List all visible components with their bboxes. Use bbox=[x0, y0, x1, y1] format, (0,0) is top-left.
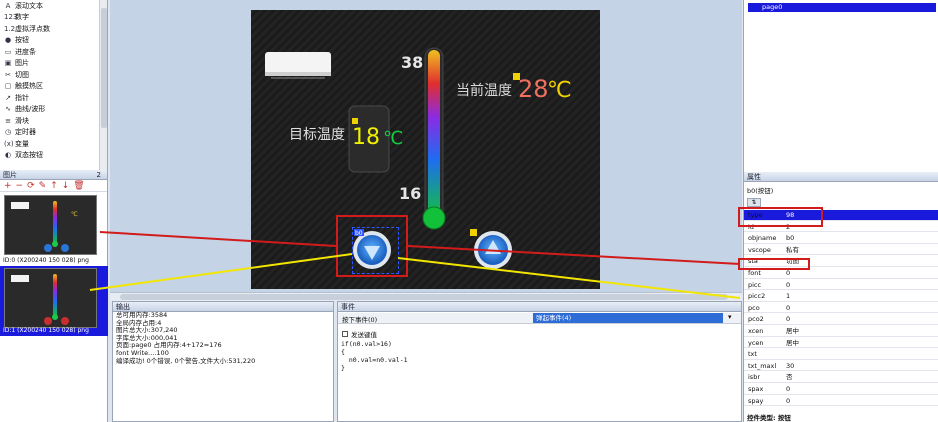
annotation-line-red-right bbox=[407, 245, 741, 265]
annotation-line-red-left bbox=[99, 231, 337, 247]
annotation-line-yellow-right bbox=[397, 257, 741, 299]
annotation-lines bbox=[89, 231, 741, 299]
annotation-line-yellow-left bbox=[89, 253, 353, 291]
